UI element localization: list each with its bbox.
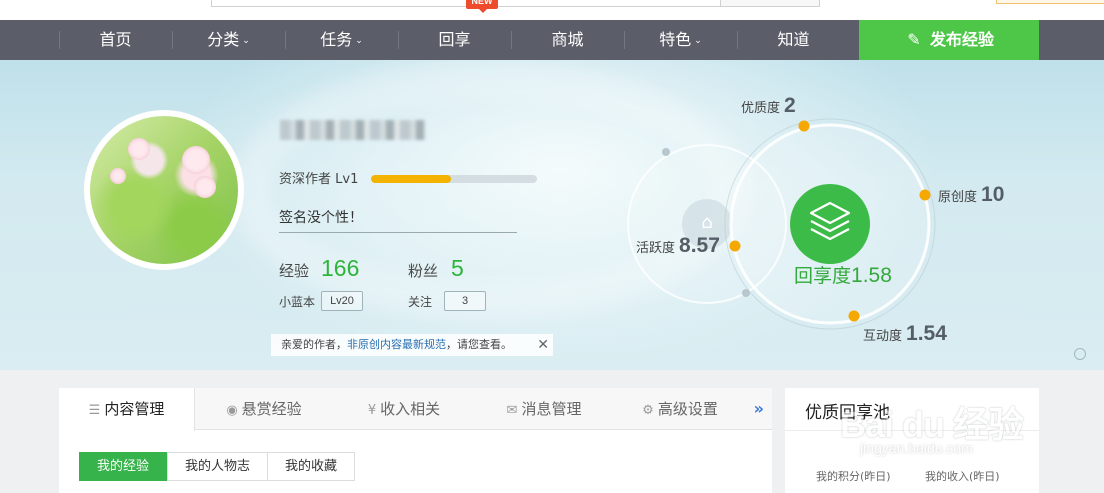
follow-count[interactable]: 3 bbox=[444, 291, 486, 311]
signature-field[interactable]: 签名没个性！ bbox=[279, 207, 517, 233]
tab-income[interactable]: ¥ 收入相关 bbox=[349, 388, 459, 430]
avatar[interactable] bbox=[84, 110, 244, 270]
nav-item-feature[interactable]: 特色 ⌄ bbox=[624, 20, 737, 60]
quality-dot bbox=[798, 120, 810, 132]
close-icon[interactable]: ✕ bbox=[537, 334, 549, 356]
tab-messages[interactable]: ✉ 消息管理 bbox=[489, 388, 599, 430]
nav-item-share[interactable]: 回享 bbox=[398, 20, 511, 60]
exp-value[interactable]: 166 bbox=[321, 255, 359, 282]
search-icon[interactable] bbox=[1074, 348, 1086, 360]
blue-book-label: 小蓝本 bbox=[279, 295, 316, 309]
interaction-value: 1.54 bbox=[906, 322, 947, 345]
flower-decoration bbox=[110, 168, 126, 184]
reward-icon: ◉ bbox=[226, 403, 238, 418]
house-icon: ⌂ bbox=[701, 212, 712, 233]
mail-icon: ✉ bbox=[506, 403, 518, 418]
gear-icon: ⚙ bbox=[642, 403, 654, 418]
follow-label: 关注 bbox=[408, 295, 433, 309]
tab-label: 收入相关 bbox=[380, 400, 441, 418]
tab-label: 消息管理 bbox=[521, 400, 582, 418]
side-panel-title: 优质回享池 bbox=[805, 403, 890, 423]
tab-content-management[interactable]: ☰ 内容管理 bbox=[59, 388, 195, 431]
nav-item-label: 首页 bbox=[99, 30, 132, 49]
notice-link[interactable]: 非原创内容最新规范 bbox=[347, 338, 446, 351]
tab-label: 内容管理 bbox=[104, 400, 165, 418]
flower-decoration bbox=[182, 146, 210, 174]
nav-item-mall[interactable]: 商城 bbox=[511, 20, 624, 60]
tab-label: 悬赏经验 bbox=[241, 400, 302, 418]
nav-item-tasks[interactable]: 任务 ⌄ bbox=[285, 20, 398, 60]
original-dot bbox=[919, 189, 931, 201]
nav-item-home[interactable]: 首页 bbox=[59, 20, 172, 60]
notice-bar: 亲爱的作者，非原创内容最新规范，请您查看。 ✕ bbox=[271, 334, 553, 356]
list-icon: ☰ bbox=[88, 403, 101, 418]
flower-decoration bbox=[194, 176, 216, 198]
original-value: 10 bbox=[981, 183, 1005, 206]
original-score: 原创度 10 bbox=[938, 183, 1004, 207]
quality-value: 2 bbox=[784, 94, 796, 117]
flower-decoration bbox=[128, 138, 150, 160]
new-badge: NEW bbox=[466, 0, 498, 13]
fans-label: 粉丝 bbox=[408, 262, 439, 280]
nav-item-label: 知道 bbox=[777, 30, 810, 49]
share-value: 1.58 bbox=[851, 264, 892, 287]
chevron-down-icon: ⌄ bbox=[694, 36, 702, 46]
activity-label: 活跃度 bbox=[636, 241, 676, 256]
nav-item-label: 回享 bbox=[438, 30, 471, 49]
income-yesterday-label: 我的收入(昨日) bbox=[925, 470, 1000, 483]
publish-experience-button[interactable]: ✎ 发布经验 bbox=[859, 20, 1039, 60]
exp-label: 经验 bbox=[279, 262, 310, 280]
quality-share-pool-panel: 优质回享池 我的积分(昨日) 我的收入(昨日) bbox=[785, 388, 1039, 493]
username-blurred bbox=[280, 120, 426, 140]
blue-book-level[interactable]: Lv20 bbox=[321, 291, 363, 311]
level-progress-bar bbox=[371, 175, 537, 183]
fans-value[interactable]: 5 bbox=[451, 255, 464, 282]
tab-bar: ☰ 内容管理 ◉ 悬赏经验 ¥ 收入相关 ✉ 消息管理 ⚙ 高级设置 » bbox=[59, 388, 772, 431]
pen-icon: ✎ bbox=[907, 30, 921, 49]
interaction-score: 互动度 1.54 bbox=[863, 322, 947, 346]
score-chart: ⌂ bbox=[627, 118, 936, 330]
top-right-box[interactable] bbox=[996, 0, 1104, 4]
interaction-label: 互动度 bbox=[863, 329, 903, 344]
activity-dot bbox=[729, 240, 741, 252]
original-label: 原创度 bbox=[938, 190, 978, 205]
share-label: 回享度 bbox=[794, 265, 852, 287]
yen-icon: ¥ bbox=[367, 403, 377, 418]
ring-dot bbox=[662, 148, 670, 156]
publish-label: 发布经验 bbox=[929, 30, 994, 49]
divider bbox=[785, 430, 1039, 431]
interaction-dot bbox=[848, 310, 860, 322]
nav-item-zhidao[interactable]: 知道 bbox=[737, 20, 850, 60]
notice-prefix: 亲爱的作者， bbox=[281, 338, 347, 351]
share-score[interactable]: 回享度1.58 bbox=[794, 261, 892, 288]
nav-item-label: 特色 bbox=[659, 30, 692, 49]
points-yesterday-label: 我的积分(昨日) bbox=[816, 470, 891, 483]
more-tabs-icon[interactable]: » bbox=[754, 388, 764, 430]
nav-item-category[interactable]: 分类 ⌄ bbox=[172, 20, 285, 60]
subtab-my-favorites[interactable]: 我的收藏 bbox=[267, 452, 355, 481]
quality-label: 优质度 bbox=[741, 101, 781, 116]
level-label: 资深作者 Lv1 bbox=[279, 172, 359, 187]
top-search-strip bbox=[0, 0, 1104, 20]
tab-advanced-settings[interactable]: ⚙ 高级设置 bbox=[625, 388, 735, 430]
nav-item-label: 任务 bbox=[320, 30, 353, 49]
nav-item-label: 分类 bbox=[207, 30, 240, 49]
chevron-down-icon: ⌄ bbox=[242, 36, 250, 46]
chevron-down-icon: ⌄ bbox=[355, 36, 363, 46]
subtab-my-profile-story[interactable]: 我的人物志 bbox=[167, 452, 268, 481]
notice-suffix: ，请您查看。 bbox=[446, 338, 512, 351]
activity-score: 活跃度 8.57 bbox=[636, 234, 720, 258]
activity-value: 8.57 bbox=[679, 234, 720, 257]
search-button[interactable] bbox=[720, 0, 820, 7]
tab-label: 高级设置 bbox=[657, 400, 718, 418]
nav-item-label: 商城 bbox=[551, 30, 584, 49]
level-progress-fill bbox=[371, 175, 451, 183]
tab-reward-experience[interactable]: ◉ 悬赏经验 bbox=[209, 388, 319, 430]
subtab-my-experience[interactable]: 我的经验 bbox=[79, 452, 167, 481]
quality-score: 优质度 2 bbox=[741, 94, 796, 118]
content-panel: ☰ 内容管理 ◉ 悬赏经验 ¥ 收入相关 ✉ 消息管理 ⚙ 高级设置 » 我的经验 我的人… bbox=[59, 388, 772, 493]
